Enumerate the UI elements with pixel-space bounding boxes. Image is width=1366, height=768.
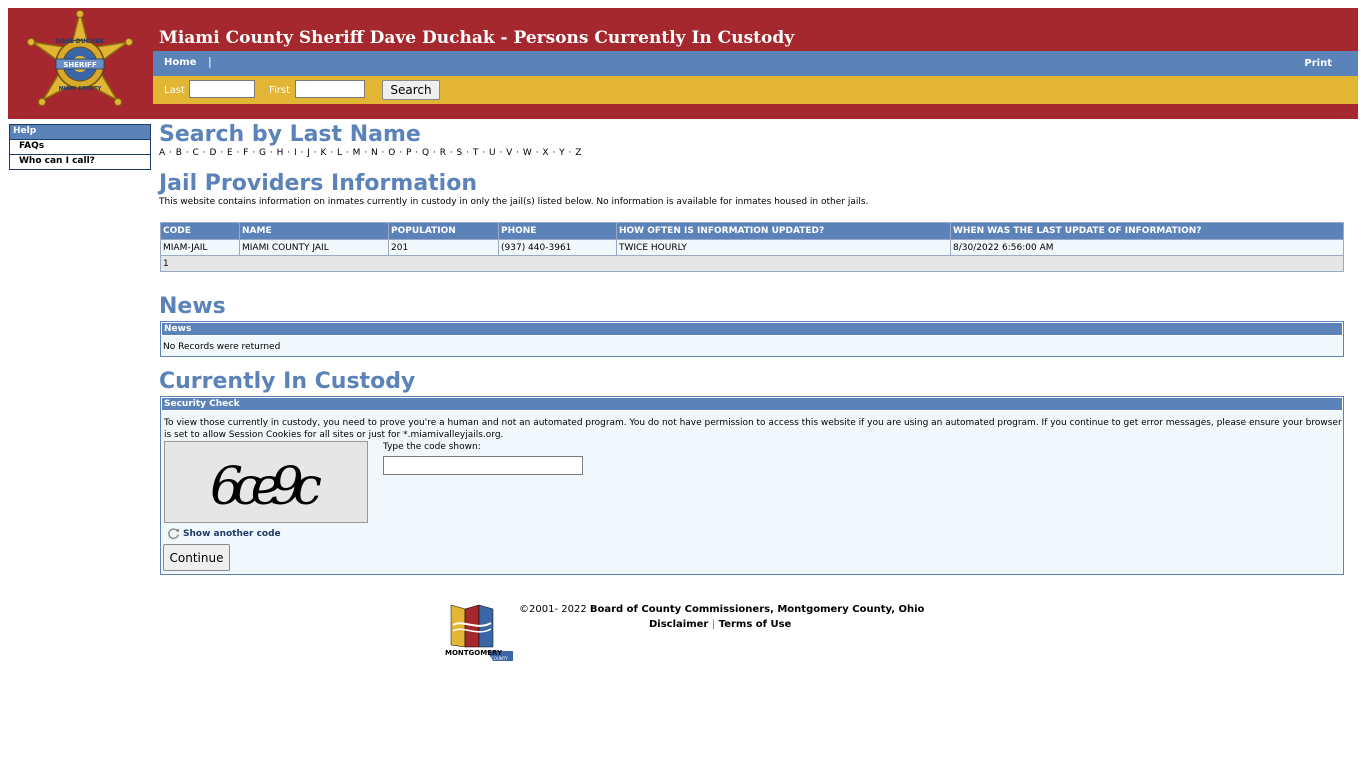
badge-bottom-text: MIAMI COUNTY [59,86,102,92]
letter-link-i[interactable]: I [294,148,297,158]
letter-link-l[interactable]: L [337,148,343,158]
news-empty-message: No Records were returned [163,342,281,352]
site-header: SHERIFF DAVE DUCHAK MIAMI COUNTY Miami C… [8,8,1358,119]
sheriff-badge-logo: SHERIFF DAVE DUCHAK MIAMI COUNTY [27,10,133,106]
table-cell: MIAMI COUNTY JAIL [239,239,389,256]
letter-link-j[interactable]: J [307,148,310,158]
nav-print-link[interactable]: Print [1304,58,1332,69]
footer-org-name: Board of County Commissioners, Montgomer… [589,604,925,615]
jail-providers-note: This website contains information on inm… [159,197,869,207]
letter-link-g[interactable]: G [259,148,266,158]
letter-link-d[interactable]: D [209,148,216,158]
letter-link-u[interactable]: U [489,148,496,158]
show-another-code-link[interactable]: Show another code [167,527,281,540]
help-menu: Help FAQs Who can I call? [9,124,151,170]
first-name-input[interactable] [295,80,365,98]
continue-button[interactable]: Continue [163,544,230,571]
table-cell: TWICE HOURLY [616,239,951,256]
news-heading: News [159,294,226,319]
badge-top-text: DAVE DUCHAK [56,38,105,45]
search-button[interactable]: Search [382,80,440,100]
security-check-title: Security Check [161,397,1343,411]
letter-link-s[interactable]: S [457,148,463,158]
column-header: HOW OFTEN IS INFORMATION UPDATED? [616,222,951,240]
security-check-panel: Security Check To view those currently i… [160,396,1344,575]
badge-center-text: SHERIFF [63,61,96,69]
footer-copyright: ©2001- 2022 Board of County Commissioner… [519,604,924,615]
security-check-message: To view those currently in custody, you … [164,418,1342,440]
letter-link-n[interactable]: N [371,148,378,158]
column-header: NAME [239,222,389,240]
letter-link-p[interactable]: P [406,148,412,158]
captcha-code-input[interactable] [383,456,583,475]
help-menu-heading: Help [10,125,150,139]
sidebar-item-faqs[interactable]: FAQs [10,139,150,154]
letter-link-o[interactable]: O [388,148,396,158]
disclaimer-link[interactable]: Disclaimer [649,619,708,630]
letter-link-e[interactable]: E [227,148,233,158]
letter-link-q[interactable]: Q [422,148,430,158]
copyright-years: ©2001- 2022 [519,604,587,615]
letter-link-a[interactable]: A [159,148,166,158]
captcha-text: 6ce9c [210,457,322,517]
sidebar-item-who-can-i-call[interactable]: Who can I call? [10,154,150,169]
code-input-label: Type the code shown: [383,442,481,452]
nav-bar: Home | Print [153,51,1358,76]
table-cell: 8/30/2022 6:56:00 AM [950,239,1344,256]
letter-link-h[interactable]: H [277,148,284,158]
table-header-row: CODE NAME POPULATION PHONE HOW OFTEN IS … [160,222,1344,240]
nav-home-link[interactable]: Home [164,57,196,68]
last-name-label: Last [164,85,185,96]
captcha-image: 6ce9c [164,441,368,523]
logo-subtext: COUNTY [491,656,508,661]
page-title: Miami County Sheriff Dave Duchak - Perso… [159,28,795,48]
letter-link-t[interactable]: T [473,148,479,158]
news-panel-title: News [161,322,1343,336]
table-cell: MIAM-JAIL [160,239,240,256]
alphabet-links: A · B · C · D · E · F · G · H · I · J · … [159,148,582,158]
currently-in-custody-heading: Currently In Custody [159,369,416,394]
footer-link-separator: | [711,619,716,630]
pager-page-1: 1 [160,255,1344,272]
column-header: PHONE [498,222,617,240]
captcha-graphic: 6ce9c [210,457,322,517]
letter-link-z[interactable]: Z [575,148,582,158]
table-cell: 201 [388,239,499,256]
column-header: CODE [160,222,240,240]
table-pager-row: 1 [160,255,1344,272]
letter-link-k[interactable]: K [320,148,326,158]
terms-of-use-link[interactable]: Terms of Use [719,619,792,630]
jail-providers-table: CODE NAME POPULATION PHONE HOW OFTEN IS … [160,222,1344,272]
table-cell: (937) 440-3961 [498,239,617,256]
letter-link-r[interactable]: R [440,148,447,158]
column-header: WHEN WAS THE LAST UPDATE OF INFORMATION? [950,222,1344,240]
show-another-code-label: Show another code [183,529,281,539]
table-row: MIAM-JAIL MIAMI COUNTY JAIL 201 (937) 44… [160,239,1344,256]
footer-links: Disclaimer | Terms of Use [649,619,791,630]
letter-link-f[interactable]: F [243,148,249,158]
last-name-input[interactable] [189,80,255,98]
search-bar: Last First Search [153,76,1358,104]
search-by-last-name-heading: Search by Last Name [159,122,421,147]
letter-link-b[interactable]: B [176,148,183,158]
refresh-icon [168,528,180,540]
letter-link-c[interactable]: C [193,148,200,158]
column-header: POPULATION [388,222,499,240]
first-name-label: First [269,85,291,96]
letter-link-x[interactable]: X [542,148,549,158]
jail-providers-heading: Jail Providers Information [159,171,478,196]
letter-link-y[interactable]: Y [559,148,565,158]
letter-link-m[interactable]: M [353,148,361,158]
nav-separator: | [208,55,212,68]
letter-link-v[interactable]: V [506,148,513,158]
news-panel: News No Records were returned [160,321,1344,357]
montgomery-county-logo: MONTGOMERY COUNTY [445,604,513,661]
letter-link-w[interactable]: W [523,148,532,158]
